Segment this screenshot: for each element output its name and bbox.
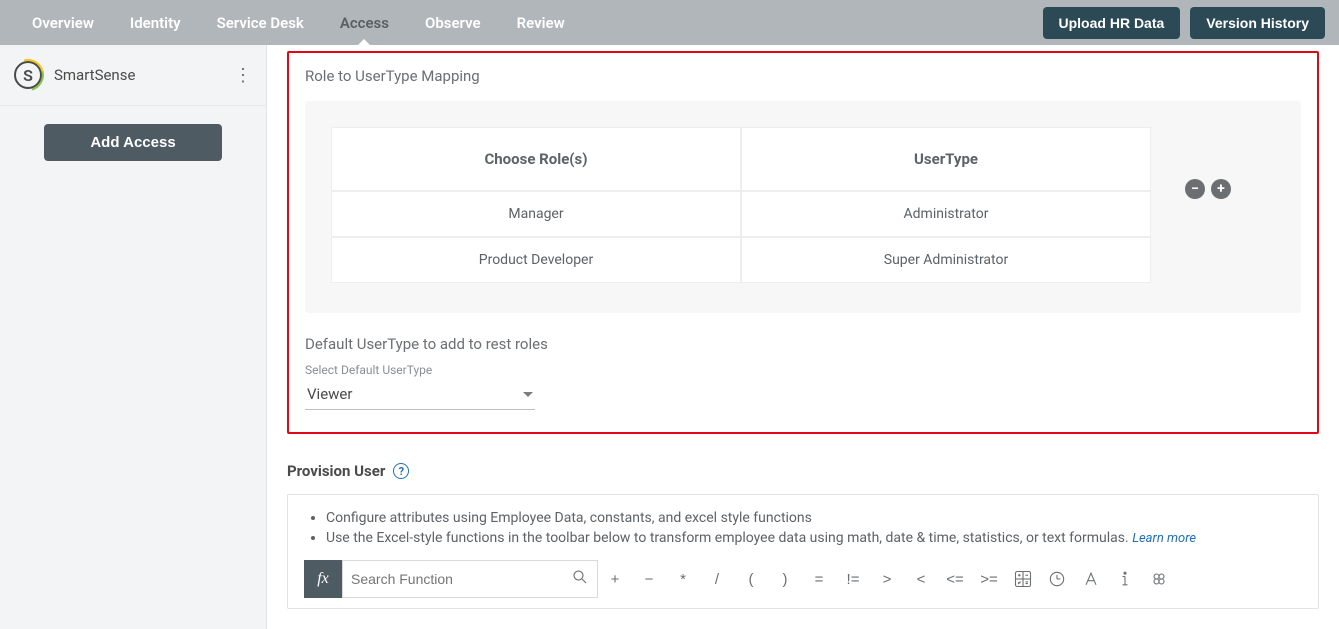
app-kebab-menu-icon[interactable]: ⋮ — [234, 65, 252, 86]
mapping-role-cell[interactable]: Manager — [331, 191, 741, 237]
learn-more-link[interactable]: Learn more — [1132, 531, 1196, 546]
chevron-down-icon — [523, 392, 533, 397]
help-icon[interactable]: ? — [393, 463, 409, 479]
math-fn-icon[interactable] — [1006, 560, 1040, 598]
op-gt[interactable]: > — [870, 560, 904, 598]
tab-observe[interactable]: Observe — [407, 0, 499, 45]
sidebar: S SmartSense ⋮ Add Access — [0, 45, 267, 629]
role-usertype-mapping-section: Role to UserType Mapping Choose Role(s) … — [287, 51, 1319, 434]
default-usertype-select[interactable]: Viewer — [305, 381, 535, 410]
add-access-button[interactable]: Add Access — [44, 124, 221, 161]
tab-access[interactable]: Access — [322, 0, 407, 45]
mapping-header-role: Choose Role(s) — [331, 127, 741, 191]
datetime-fn-icon[interactable] — [1040, 560, 1074, 598]
remove-row-button[interactable]: − — [1185, 179, 1205, 199]
op-lt[interactable]: < — [904, 560, 938, 598]
upload-hr-data-button[interactable]: Upload HR Data — [1043, 7, 1181, 39]
app-name: SmartSense — [54, 66, 135, 84]
tab-review[interactable]: Review — [499, 0, 583, 45]
app-logo-icon: S — [14, 61, 42, 89]
tab-service-desk[interactable]: Service Desk — [199, 0, 322, 45]
op-plus[interactable]: + — [598, 560, 632, 598]
provision-user-section: Provision User ? Configure attributes us… — [287, 462, 1319, 609]
mapping-table: Choose Role(s) UserType Manager Administ… — [331, 127, 1151, 283]
text-fn-icon[interactable] — [1074, 560, 1108, 598]
mapping-role-cell[interactable]: Product Developer — [331, 237, 741, 283]
info-fn-icon[interactable] — [1108, 560, 1142, 598]
op-lte[interactable]: <= — [938, 560, 972, 598]
op-gte[interactable]: >= — [972, 560, 1006, 598]
op-divide[interactable]: / — [700, 560, 734, 598]
mapping-usertype-cell[interactable]: Super Administrator — [741, 237, 1151, 283]
op-neq[interactable]: != — [836, 560, 870, 598]
provision-bullet: Configure attributes using Employee Data… — [326, 509, 1302, 529]
mapping-header-usertype: UserType — [741, 127, 1151, 191]
default-usertype-field-label: Select Default UserType — [305, 363, 1301, 377]
fx-icon: fx — [304, 560, 342, 598]
op-minus[interactable]: − — [632, 560, 666, 598]
default-usertype-title: Default UserType to add to rest roles — [305, 335, 1301, 353]
mapping-row: Manager Administrator — [331, 191, 1151, 237]
search-icon[interactable] — [571, 568, 589, 590]
search-function-input[interactable] — [351, 571, 571, 587]
tab-overview[interactable]: Overview — [14, 0, 112, 45]
top-tabs: Overview Identity Service Desk Access Ob… — [14, 0, 583, 45]
mapping-title: Role to UserType Mapping — [305, 67, 1301, 85]
version-history-button[interactable]: Version History — [1190, 7, 1325, 39]
op-multiply[interactable]: * — [666, 560, 700, 598]
mapping-usertype-cell[interactable]: Administrator — [741, 191, 1151, 237]
add-row-button[interactable]: + — [1211, 179, 1231, 199]
tab-identity[interactable]: Identity — [112, 0, 199, 45]
op-eq[interactable]: = — [802, 560, 836, 598]
logic-fn-icon[interactable] — [1142, 560, 1176, 598]
op-lparen[interactable]: ( — [734, 560, 768, 598]
function-toolbar: fx + − * / ( ) = — [304, 560, 1302, 598]
mapping-row: Product Developer Super Administrator — [331, 237, 1151, 283]
provision-title: Provision User — [287, 462, 385, 480]
op-rparen[interactable]: ) — [768, 560, 802, 598]
default-usertype-value: Viewer — [307, 385, 352, 403]
provision-bullet: Use the Excel-style functions in the too… — [326, 529, 1302, 549]
